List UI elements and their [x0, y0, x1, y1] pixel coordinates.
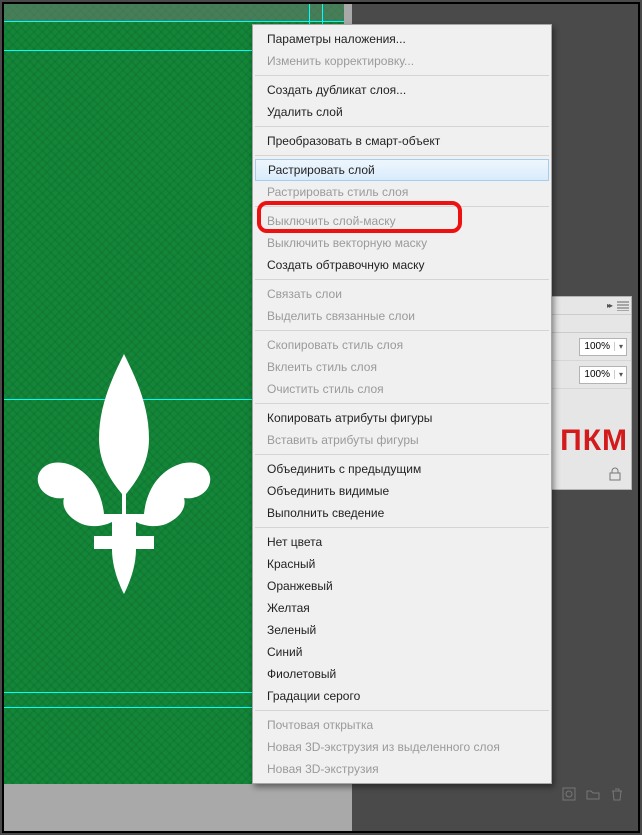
menu-item[interactable]: Создать обтравочную маску	[253, 254, 551, 276]
opacity-row: 100% ▾	[541, 333, 631, 361]
menu-separator	[255, 75, 549, 76]
menu-item[interactable]: Параметры наложения...	[253, 28, 551, 50]
menu-item[interactable]: Красный	[253, 553, 551, 575]
panel-header: ▸▸	[541, 297, 631, 315]
menu-item[interactable]: Копировать атрибуты фигуры	[253, 407, 551, 429]
context-menu: Параметры наложения...Изменить корректир…	[252, 24, 552, 784]
menu-item[interactable]: Градации серого	[253, 685, 551, 707]
layers-panel-fragment: ▸▸ 100% ▾ 100% ▾	[540, 296, 632, 490]
menu-item[interactable]: Зеленый	[253, 619, 551, 641]
menu-separator	[255, 527, 549, 528]
menu-item: Выделить связанные слои	[253, 305, 551, 327]
menu-separator	[255, 710, 549, 711]
layer-buttons-row	[562, 787, 624, 801]
menu-separator	[255, 454, 549, 455]
menu-item[interactable]: Объединить с предыдущим	[253, 458, 551, 480]
folder-icon[interactable]	[586, 787, 600, 801]
lock-row	[541, 459, 631, 489]
fleur-de-lis-shape	[34, 344, 214, 594]
panels-area: ▸▸ 100% ▾ 100% ▾	[540, 4, 632, 831]
menu-item[interactable]: Оранжевый	[253, 575, 551, 597]
menu-item: Выключить векторную маску	[253, 232, 551, 254]
menu-item: Почтовая открытка	[253, 714, 551, 736]
opacity-value: 100%	[580, 341, 614, 352]
menu-item[interactable]: Объединить видимые	[253, 480, 551, 502]
menu-item: Изменить корректировку...	[253, 50, 551, 72]
menu-item: Очистить стиль слоя	[253, 378, 551, 400]
menu-item: Связать слои	[253, 283, 551, 305]
menu-item[interactable]: Удалить слой	[253, 101, 551, 123]
menu-item[interactable]: Создать дубликат слоя...	[253, 79, 551, 101]
fill-value: 100%	[580, 369, 614, 380]
menu-separator	[255, 126, 549, 127]
menu-item[interactable]: Нет цвета	[253, 531, 551, 553]
fill-input[interactable]: 100% ▾	[579, 366, 627, 384]
menu-item[interactable]: Растрировать слой	[255, 159, 549, 181]
chevron-down-icon[interactable]: ▾	[614, 370, 626, 379]
menu-item: Вклеить стиль слоя	[253, 356, 551, 378]
menu-item[interactable]: Преобразовать в смарт-объект	[253, 130, 551, 152]
collapse-icon[interactable]: ▸▸	[607, 301, 611, 310]
menu-item: Выключить слой-маску	[253, 210, 551, 232]
panel-menu-icon[interactable]	[617, 301, 629, 311]
opacity-input[interactable]: 100% ▾	[579, 338, 627, 356]
menu-item[interactable]: Выполнить сведение	[253, 502, 551, 524]
menu-item: Скопировать стиль слоя	[253, 334, 551, 356]
menu-item[interactable]: Желтая	[253, 597, 551, 619]
menu-separator	[255, 279, 549, 280]
chevron-down-icon[interactable]: ▾	[614, 342, 626, 351]
menu-separator	[255, 155, 549, 156]
mask-icon[interactable]	[562, 787, 576, 801]
trash-icon[interactable]	[610, 787, 624, 801]
menu-separator	[255, 403, 549, 404]
menu-item: Новая 3D-экструзия из выделенного слоя	[253, 736, 551, 758]
fill-row: 100% ▾	[541, 361, 631, 389]
menu-item: Новая 3D-экструзия	[253, 758, 551, 780]
menu-separator	[255, 206, 549, 207]
annotation-label: ПКМ	[560, 424, 628, 458]
menu-item: Растрировать стиль слоя	[253, 181, 551, 203]
panel-tabs	[541, 315, 631, 333]
crop-shade	[4, 4, 344, 22]
lock-icon	[609, 467, 621, 481]
menu-item[interactable]: Синий	[253, 641, 551, 663]
menu-item[interactable]: Фиолетовый	[253, 663, 551, 685]
menu-item: Вставить атрибуты фигуры	[253, 429, 551, 451]
menu-separator	[255, 330, 549, 331]
